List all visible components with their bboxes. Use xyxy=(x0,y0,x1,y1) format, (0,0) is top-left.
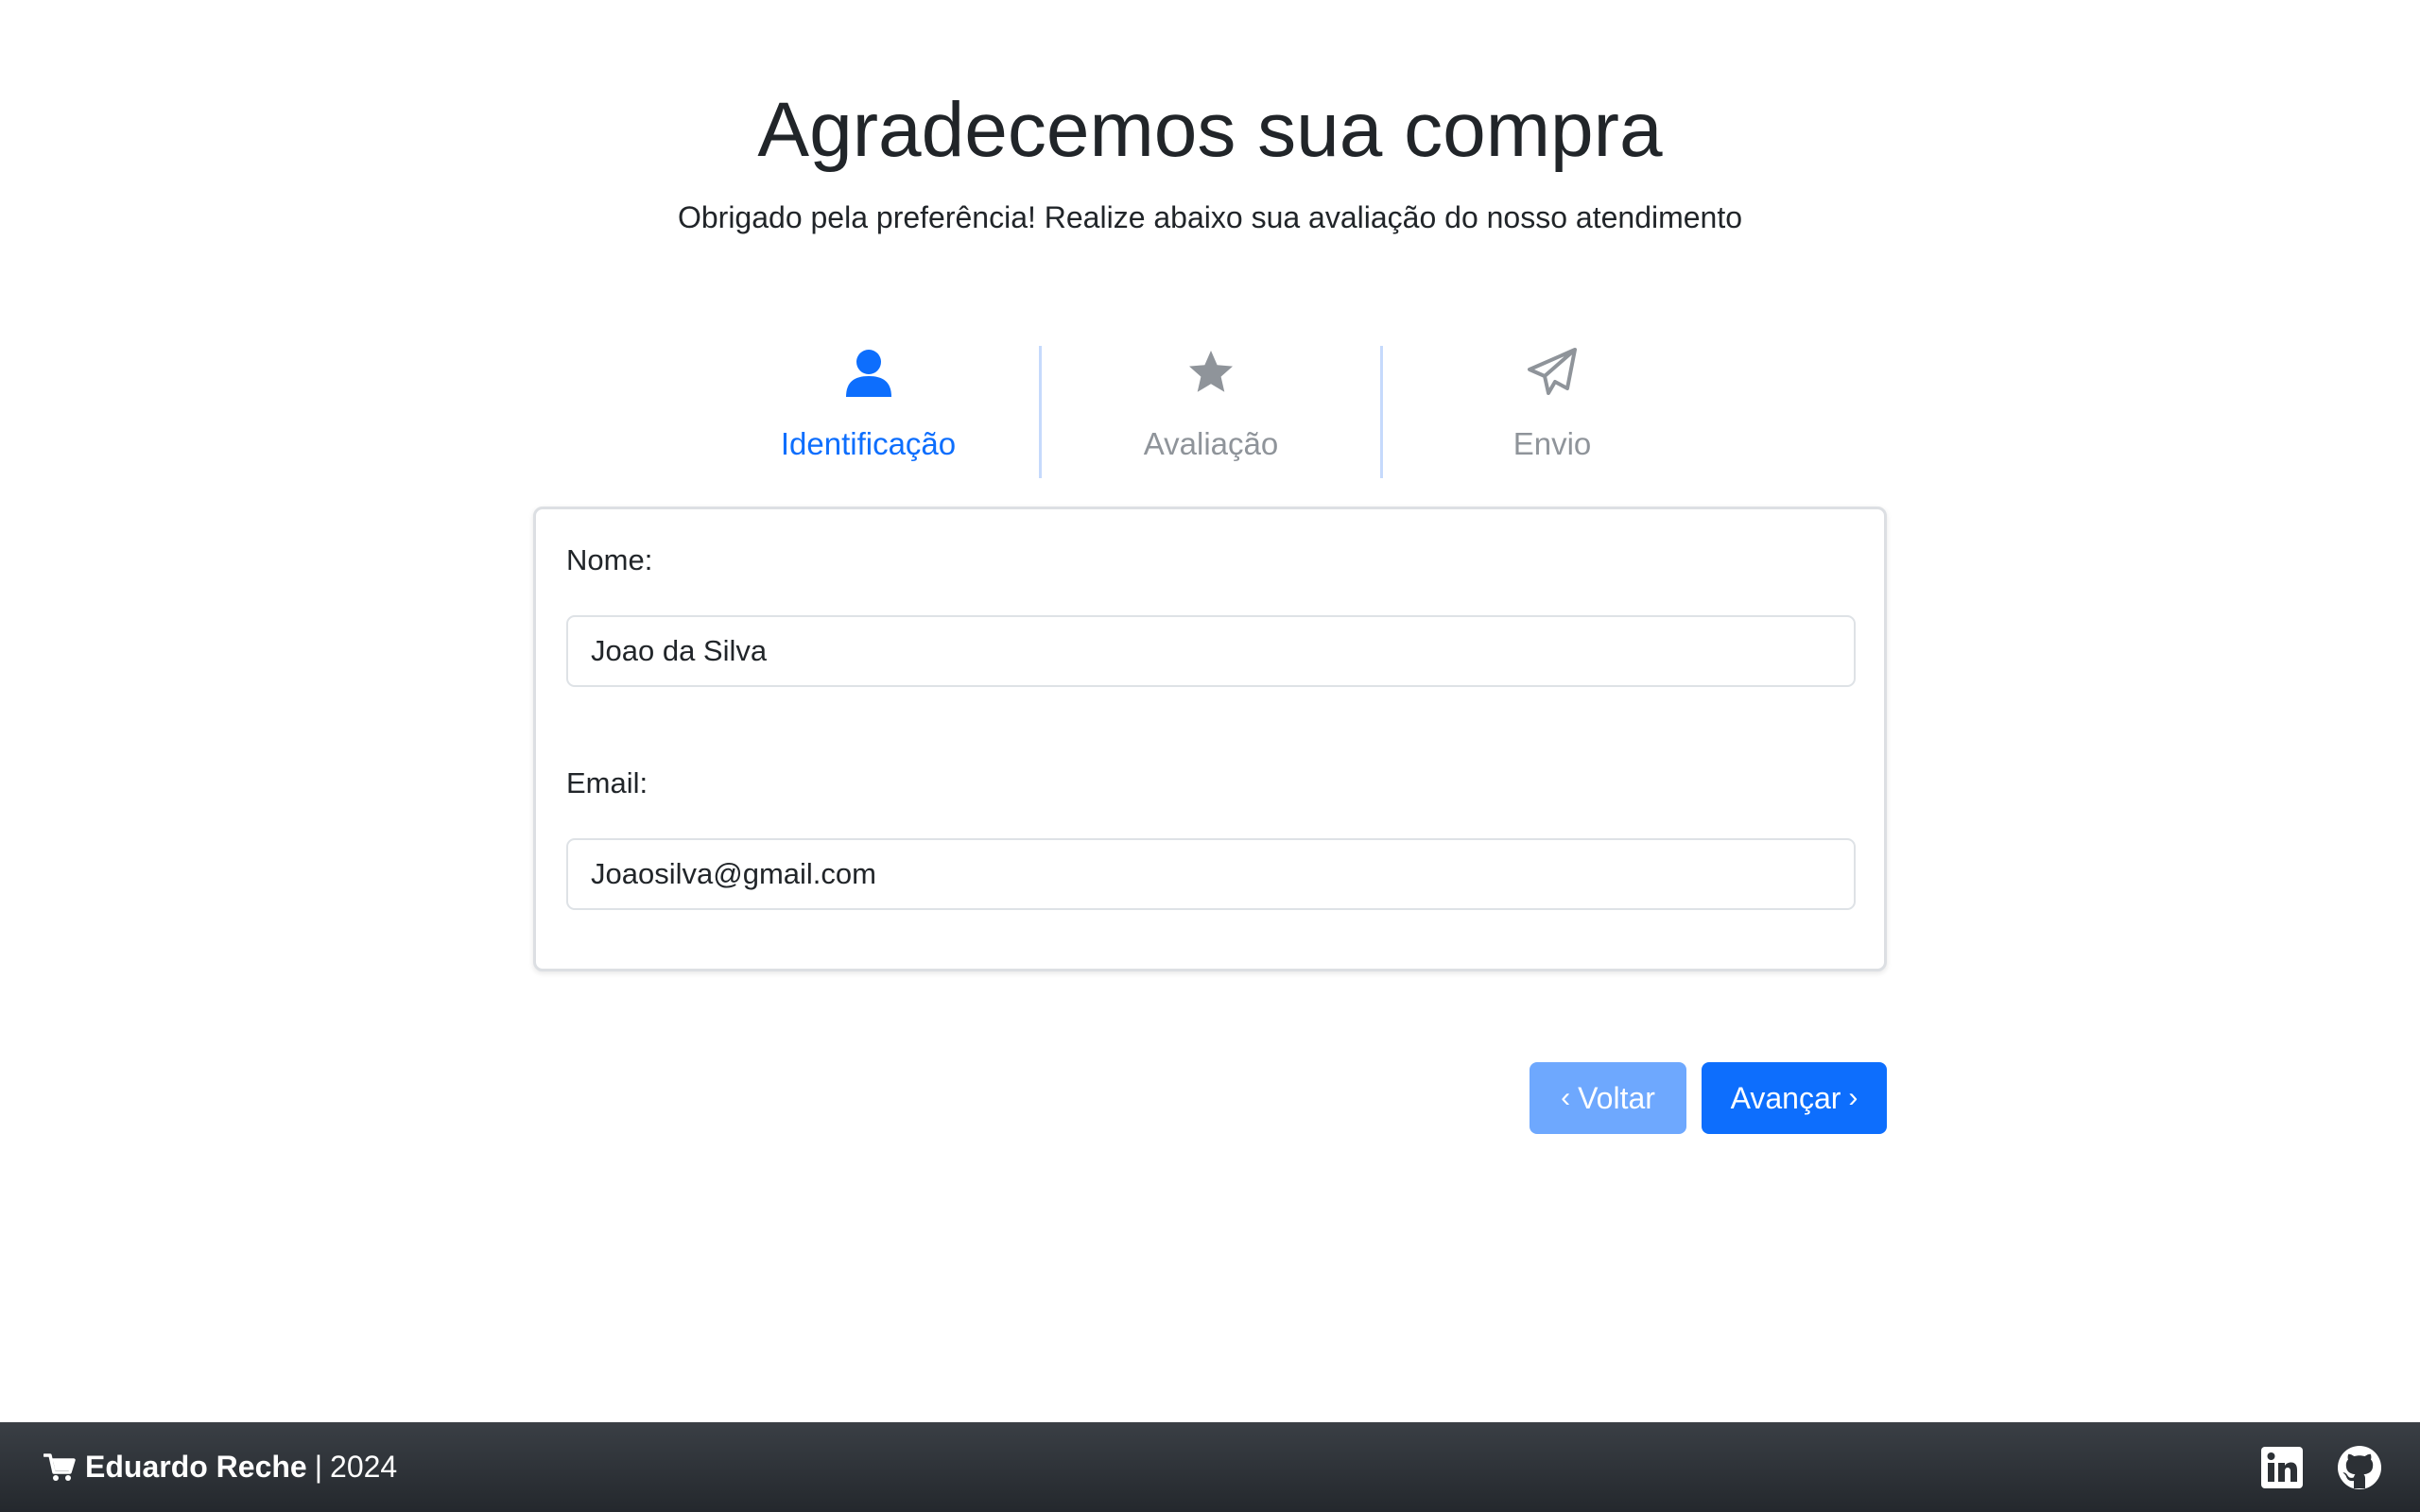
footer-year: 2024 xyxy=(330,1450,398,1484)
step-identificacao[interactable]: Identificação xyxy=(698,346,1039,478)
step-label: Avaliação xyxy=(1143,426,1279,461)
step-label: Envio xyxy=(1512,426,1592,461)
star-icon xyxy=(1184,346,1237,399)
step-label: Identificação xyxy=(780,426,957,461)
user-icon xyxy=(842,346,895,399)
name-label: Nome: xyxy=(566,543,653,576)
next-button[interactable]: Avançar › xyxy=(1702,1062,1887,1134)
step-indicator: Identificação Avaliação Envio xyxy=(698,346,1722,478)
next-button-label: Avançar xyxy=(1730,1080,1841,1115)
footer-brand: Eduardo Reche | 2024 xyxy=(43,1450,397,1485)
back-button[interactable]: ‹ Voltar xyxy=(1530,1062,1686,1134)
github-icon[interactable] xyxy=(2337,1445,2382,1490)
step-envio[interactable]: Envio xyxy=(1380,346,1721,478)
linkedin-icon[interactable] xyxy=(2261,1446,2303,1488)
cart-icon xyxy=(43,1452,76,1483)
email-label: Email: xyxy=(566,766,648,799)
footer-social-links xyxy=(2261,1445,2382,1490)
identification-form: Nome: Email: xyxy=(533,507,1887,971)
footer-author: Eduardo Reche xyxy=(85,1450,307,1484)
page-subtitle: Obrigado pela preferência! Realize abaix… xyxy=(677,200,1743,234)
footer: Eduardo Reche | 2024 xyxy=(0,1422,2420,1512)
chevron-left-icon: ‹ xyxy=(1561,1082,1571,1113)
back-button-label: Voltar xyxy=(1578,1080,1655,1115)
page-title: Agradecemos sua compra xyxy=(757,87,1663,173)
step-avaliacao[interactable]: Avaliação xyxy=(1039,346,1380,478)
paper-plane-icon xyxy=(1526,346,1579,399)
name-input[interactable] xyxy=(566,615,1856,687)
chevron-right-icon: › xyxy=(1848,1082,1858,1113)
footer-separator: | xyxy=(314,1450,323,1484)
page: Agradecemos sua compra Obrigado pela pre… xyxy=(0,0,2420,1512)
email-input[interactable] xyxy=(566,838,1856,910)
